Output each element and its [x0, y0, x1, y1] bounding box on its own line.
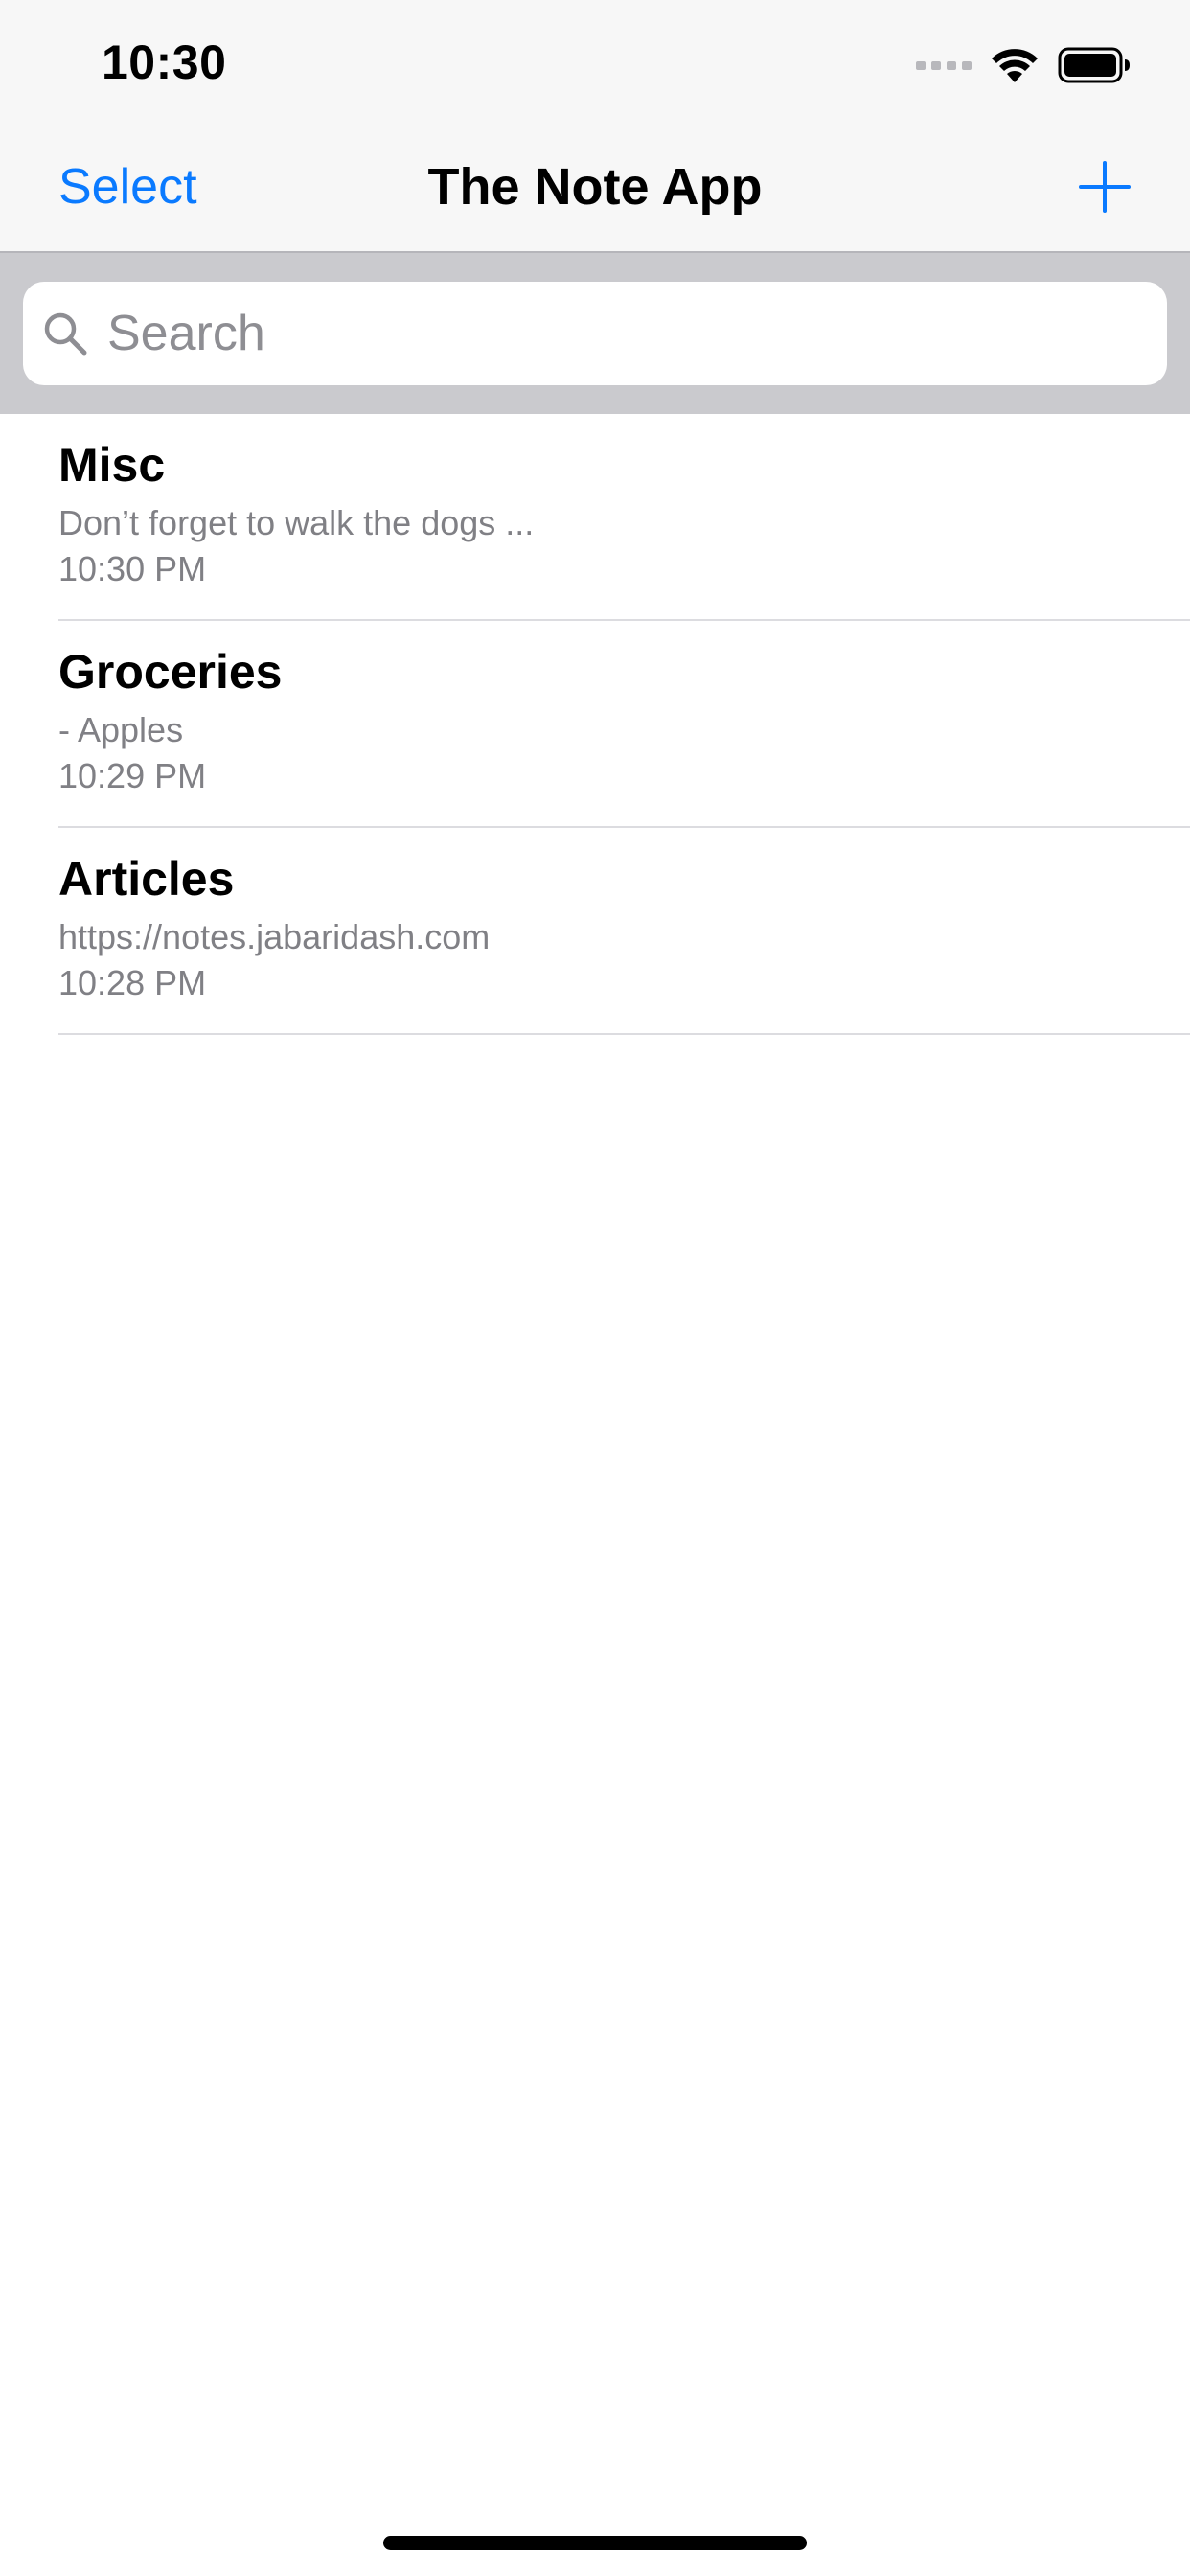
note-preview: - Apples: [58, 710, 184, 749]
note-title: Misc: [58, 438, 166, 492]
status-bar: 10:30: [0, 0, 1190, 126]
search-field[interactable]: [23, 282, 1167, 385]
note-row-articles[interactable]: Articles https://notes.jabaridash.com 10…: [0, 828, 1190, 1035]
select-button[interactable]: Select: [58, 158, 197, 216]
wifi-icon: [992, 49, 1038, 82]
search-input[interactable]: [107, 282, 1142, 385]
status-icons: [916, 42, 1131, 88]
search-icon: [44, 312, 87, 356]
note-row-misc[interactable]: Misc Don’t forget to walk the dogs ... 1…: [0, 414, 1190, 621]
note-time: 10:28 PM: [58, 963, 207, 1002]
add-note-button[interactable]: [1077, 159, 1133, 215]
screen: 10:30 Select The Note App Search Misc Do…: [0, 0, 1190, 2576]
note-title: Groceries: [58, 645, 283, 699]
note-time: 10:29 PM: [58, 756, 207, 795]
notes-list: Misc Don’t forget to walk the dogs ... 1…: [0, 414, 1190, 1035]
home-indicator[interactable]: [383, 2536, 807, 2550]
note-title: Articles: [58, 852, 235, 906]
nav-bar: Select The Note App: [0, 126, 1190, 253]
note-row-groceries[interactable]: Groceries - Apples 10:29 PM: [0, 621, 1190, 828]
status-time: 10:30: [102, 35, 227, 89]
note-time: 10:30 PM: [58, 549, 207, 588]
note-preview: Don’t forget to walk the dogs ...: [58, 503, 535, 542]
battery-icon: [1058, 47, 1130, 83]
row-divider: [58, 1033, 1190, 1035]
note-preview: https://notes.jabaridash.com: [58, 917, 491, 956]
cellular-signal-icon: [916, 61, 972, 70]
search-area: [0, 253, 1190, 414]
plus-icon: [1079, 161, 1131, 213]
